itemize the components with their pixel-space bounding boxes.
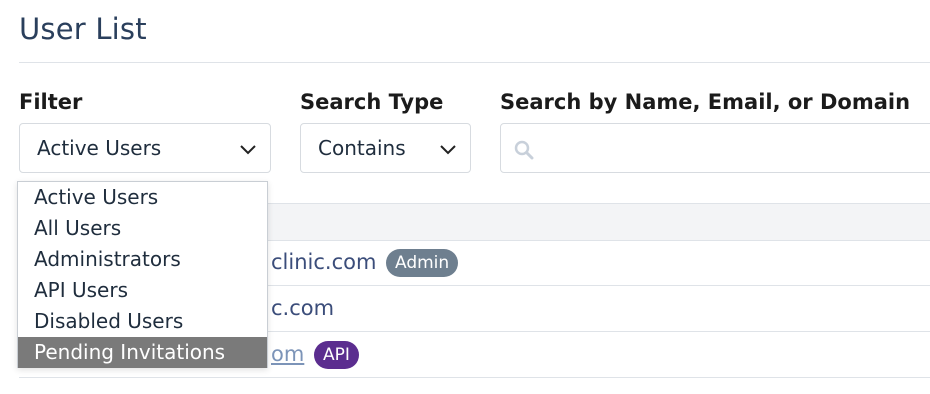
chevron-down-icon: [240, 145, 256, 155]
dropdown-option-all-users[interactable]: All Users: [18, 213, 267, 244]
page-title: User List: [19, 12, 147, 46]
filter-label: Filter: [19, 90, 83, 114]
search-field[interactable]: [500, 123, 930, 173]
search-input[interactable]: [545, 132, 929, 166]
search-type-select-value: Contains: [318, 136, 406, 160]
row-domain-text[interactable]: clinic.com: [271, 250, 376, 274]
filter-select[interactable]: Active Users: [19, 123, 271, 173]
row-domain-link[interactable]: om: [271, 342, 304, 366]
row-domain-text[interactable]: c.com: [271, 296, 334, 320]
filter-dropdown-menu: Active Users All Users Administrators AP…: [17, 181, 268, 368]
chevron-down-icon: [440, 145, 456, 155]
search-type-label: Search Type: [300, 90, 444, 114]
search-label: Search by Name, Email, or Domain: [500, 90, 911, 114]
admin-badge: Admin: [386, 249, 459, 277]
dropdown-option-pending-invitations[interactable]: Pending Invitations: [18, 337, 267, 368]
dropdown-option-administrators[interactable]: Administrators: [18, 244, 267, 275]
dropdown-option-active-users[interactable]: Active Users: [18, 182, 267, 213]
filter-select-value: Active Users: [37, 136, 162, 160]
search-icon: [514, 140, 534, 160]
search-type-select[interactable]: Contains: [300, 123, 471, 173]
dropdown-option-disabled-users[interactable]: Disabled Users: [18, 306, 267, 337]
dropdown-option-api-users[interactable]: API Users: [18, 275, 267, 306]
api-badge: API: [314, 341, 359, 369]
title-divider: [19, 62, 930, 63]
